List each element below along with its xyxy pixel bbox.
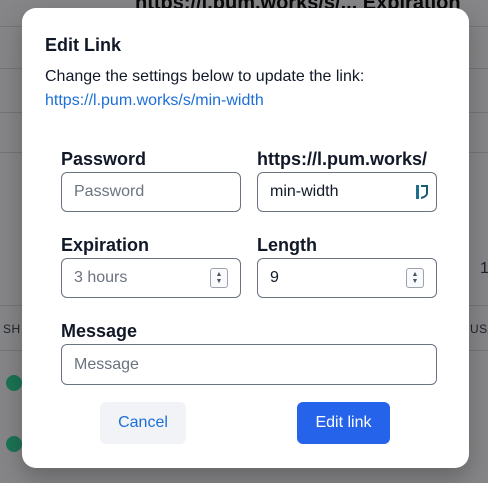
slug-field-wrapper [257, 172, 437, 212]
short-link-url[interactable]: https://l.pum.works/s/min-width [45, 92, 264, 110]
dialog-description: Change the settings below to update the … [45, 68, 365, 85]
bitwarden-icon[interactable] [416, 184, 430, 200]
length-label: Length [257, 235, 317, 255]
password-label: Password [61, 149, 147, 169]
message-label: Message [61, 321, 138, 341]
length-field[interactable]: 9 ▲ ▼ [257, 258, 437, 298]
expiration-label: Expiration [61, 235, 150, 255]
slug-label: https://l.pum.works/ [257, 149, 428, 169]
length-value: 9 [270, 269, 279, 286]
message-field-wrapper [61, 344, 437, 385]
chevron-up-icon[interactable]: ▲ [216, 271, 223, 278]
edit-link-button[interactable]: Edit link [297, 402, 390, 444]
chevron-down-icon[interactable]: ▼ [216, 278, 223, 285]
cancel-button[interactable]: Cancel [100, 402, 186, 444]
length-stepper[interactable]: ▲ ▼ [406, 268, 424, 288]
chevron-up-icon[interactable]: ▲ [412, 271, 419, 278]
chevron-down-icon[interactable]: ▼ [412, 278, 419, 285]
dialog-title: Edit Link [45, 35, 121, 55]
message-input[interactable] [74, 355, 424, 374]
expiration-field[interactable]: 3 hours ▲ ▼ [61, 258, 241, 298]
expiration-value: 3 hours [74, 269, 128, 286]
slug-input[interactable] [270, 183, 416, 201]
edit-link-dialog: Edit Link Change the settings below to u… [22, 8, 469, 468]
password-input[interactable] [74, 183, 228, 201]
password-field-wrapper [61, 172, 241, 212]
expiration-stepper[interactable]: ▲ ▼ [210, 268, 228, 288]
